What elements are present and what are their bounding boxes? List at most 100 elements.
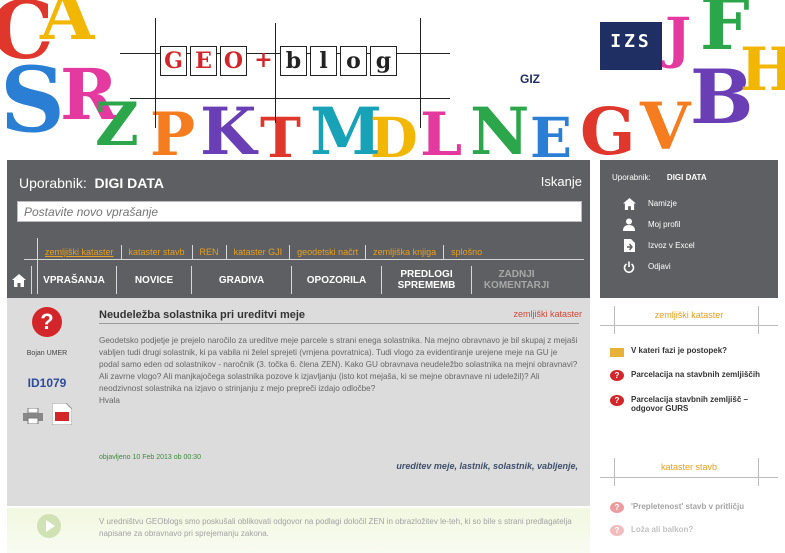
main-header-panel: Uporabnik: DIGI DATA Iskanje zemljiški k…: [7, 160, 590, 298]
decor-letter: J: [665, 5, 692, 70]
category-kataster-gji[interactable]: kataster GJI: [225, 245, 290, 259]
category-list-kataster-stavb: kataster stavb ? 'Prepletenost' stavb v …: [600, 458, 778, 536]
current-user: Uporabnik: DIGI DATA: [19, 175, 164, 191]
izs-logo[interactable]: IZS: [600, 22, 662, 70]
home-icon: [622, 197, 636, 211]
list-title[interactable]: kataster stavb: [600, 462, 778, 472]
user-sidebar: Uporabnik: DIGI DATA Namizje Moj profil …: [600, 160, 778, 298]
category-zemljiska-knjiga[interactable]: zemljiška knjiga: [365, 245, 443, 259]
logo-plus: +: [254, 47, 273, 73]
category-list-zemljiski-kataster: zemljiški kataster V kateri fazi je post…: [600, 306, 778, 413]
question-text: Geodetsko podjetje je prejelo naročilo z…: [99, 336, 578, 393]
header-banner: C A S R Z P K T M D L N E G V B F J H G …: [0, 0, 785, 158]
izs-logo-text: IZS: [610, 31, 652, 52]
question-card: ? Bojan UMER ID1079 Neudeležba solastnik…: [7, 298, 590, 506]
sidebar-user: Uporabnik: DIGI DATA: [612, 173, 707, 182]
tab-novice[interactable]: NOVICE: [116, 266, 191, 294]
decor-letter: S: [0, 47, 65, 153]
category-splosno[interactable]: splošno: [443, 245, 489, 259]
tab-gradiva[interactable]: GRADIVA: [191, 266, 291, 294]
sidebar-item-label: Odjavi: [648, 262, 671, 271]
question-tags[interactable]: ureditev meje, lastnik, solastnik, vablj…: [396, 461, 578, 471]
decor-letter: H: [740, 35, 785, 105]
logo-letter: l: [310, 46, 337, 76]
list-item[interactable]: ? Parcelacija stavbnih zemljišč – odgovo…: [600, 395, 778, 413]
decor-letter: A: [40, 0, 95, 56]
decor-letter: E: [530, 105, 572, 158]
grid-line: [600, 325, 778, 326]
logo-letter: o: [340, 46, 367, 76]
question-icon: ?: [32, 307, 62, 337]
tab-zadnji-komentarji[interactable]: ZADNJI KOMENTARJI: [471, 266, 561, 294]
tab-vprasanja[interactable]: VPRAŠANJA: [31, 266, 116, 294]
logo-letter: g: [370, 46, 397, 76]
question-id: ID1079: [27, 376, 67, 390]
grid-line: [600, 477, 778, 478]
decor-letter: V: [640, 89, 691, 159]
user-label: Uporabnik:: [19, 175, 87, 191]
list-item-label: V kateri fazi je postopek?: [631, 346, 728, 355]
question-icon: ?: [610, 502, 624, 513]
giz-logo[interactable]: GIZ: [520, 72, 590, 90]
decor-letter: N: [470, 94, 530, 159]
printer-icon[interactable]: [23, 408, 43, 424]
list-item[interactable]: V kateri fazi je postopek?: [600, 346, 778, 357]
sidebar-item-moj-profil[interactable]: Moj profil: [622, 214, 695, 235]
decor-letter: G: [580, 94, 636, 159]
export-icon: [622, 239, 636, 253]
new-question-input[interactable]: [17, 201, 582, 222]
main-nav-tabs: VPRAŠANJA NOVICE GRADIVA OPOZORILA PREDL…: [7, 266, 561, 294]
question-title[interactable]: Neudeležba solastnika pri ureditvi meje: [99, 309, 305, 321]
sidebar-item-izvoz-v-excel[interactable]: Izvoz v Excel: [622, 235, 695, 256]
user-name: DIGI DATA: [94, 175, 164, 191]
category-filter-row: zemljiški kataster kataster stavb REN ka…: [37, 245, 489, 259]
list-item[interactable]: ? Loža ali balkon?: [600, 525, 778, 536]
sidebar-user-name: DIGI DATA: [666, 173, 707, 182]
play-icon: [37, 514, 61, 538]
question-thanks: Hvala: [99, 396, 120, 405]
list-item-label: Loža ali balkon?: [631, 525, 694, 534]
question-author[interactable]: Bojan UMER: [7, 350, 87, 357]
search-link[interactable]: Iskanje: [541, 174, 582, 189]
category-ren[interactable]: REN: [191, 245, 226, 259]
question-meta: ? Bojan UMER ID1079: [7, 298, 87, 498]
sidebar-item-label: Namizje: [648, 199, 677, 208]
logo-grid-line: [155, 18, 156, 128]
list-header: zemljiški kataster: [600, 306, 778, 334]
category-kataster-stavb[interactable]: kataster stavb: [120, 245, 192, 259]
logo-grid-line: [420, 18, 421, 128]
question-icon: ?: [610, 395, 624, 406]
list-item[interactable]: ? 'Prepletenost' stavb v pritličju: [600, 502, 778, 513]
list-title[interactable]: zemljiški kataster: [600, 310, 778, 320]
logo-letter: E: [190, 46, 217, 76]
category-geodetski-nacrt[interactable]: geodetski načrt: [289, 245, 365, 259]
sidebar-user-label: Uporabnik:: [612, 173, 651, 182]
tab-opozorila[interactable]: OPOZORILA: [291, 266, 381, 294]
question-icon: ?: [610, 525, 624, 536]
question-icon: ?: [610, 370, 624, 381]
list-item-label: 'Prepletenost' stavb v pritličju: [631, 502, 745, 511]
home-tab[interactable]: [7, 266, 31, 294]
sidebar-menu: Namizje Moj profil Izvoz v Excel Odjavi: [622, 193, 695, 277]
question-date: objavljeno 10 Feb 2013 ob 00:30: [99, 454, 201, 461]
sidebar-item-label: Izvoz v Excel: [648, 241, 695, 250]
power-icon: [622, 260, 636, 274]
sidebar-item-odjavi[interactable]: Odjavi: [622, 256, 695, 277]
giz-logo-text: GIZ: [520, 72, 540, 86]
pdf-icon[interactable]: [52, 403, 72, 425]
category-zemljiski-kataster[interactable]: zemljiški kataster: [37, 245, 121, 259]
answer-preview[interactable]: V uredništvu GEOblogs smo poskušali obli…: [7, 508, 590, 553]
logo-grid-line: [130, 98, 450, 99]
question-category[interactable]: zemljiški kataster: [513, 309, 582, 319]
question-body: Geodetsko podjetje je prejelo naročilo z…: [99, 335, 579, 407]
answer-preview-text: V uredništvu GEOblogs smo poskušali obli…: [99, 517, 572, 538]
sidebar-item-namizje[interactable]: Namizje: [622, 193, 695, 214]
logo-letter: G: [160, 46, 187, 76]
list-header: kataster stavb: [600, 458, 778, 486]
tab-predlogi-sprememb[interactable]: PREDLOGI SPREMEMB: [381, 266, 471, 294]
logo-letter: b: [280, 46, 307, 76]
geoblog-logo[interactable]: G E O + b l o g: [120, 18, 450, 128]
logo-letter: O: [220, 46, 247, 76]
list-item[interactable]: ? Parcelacija na stavbnih zemljiščih: [600, 370, 778, 381]
divider: [99, 323, 579, 324]
